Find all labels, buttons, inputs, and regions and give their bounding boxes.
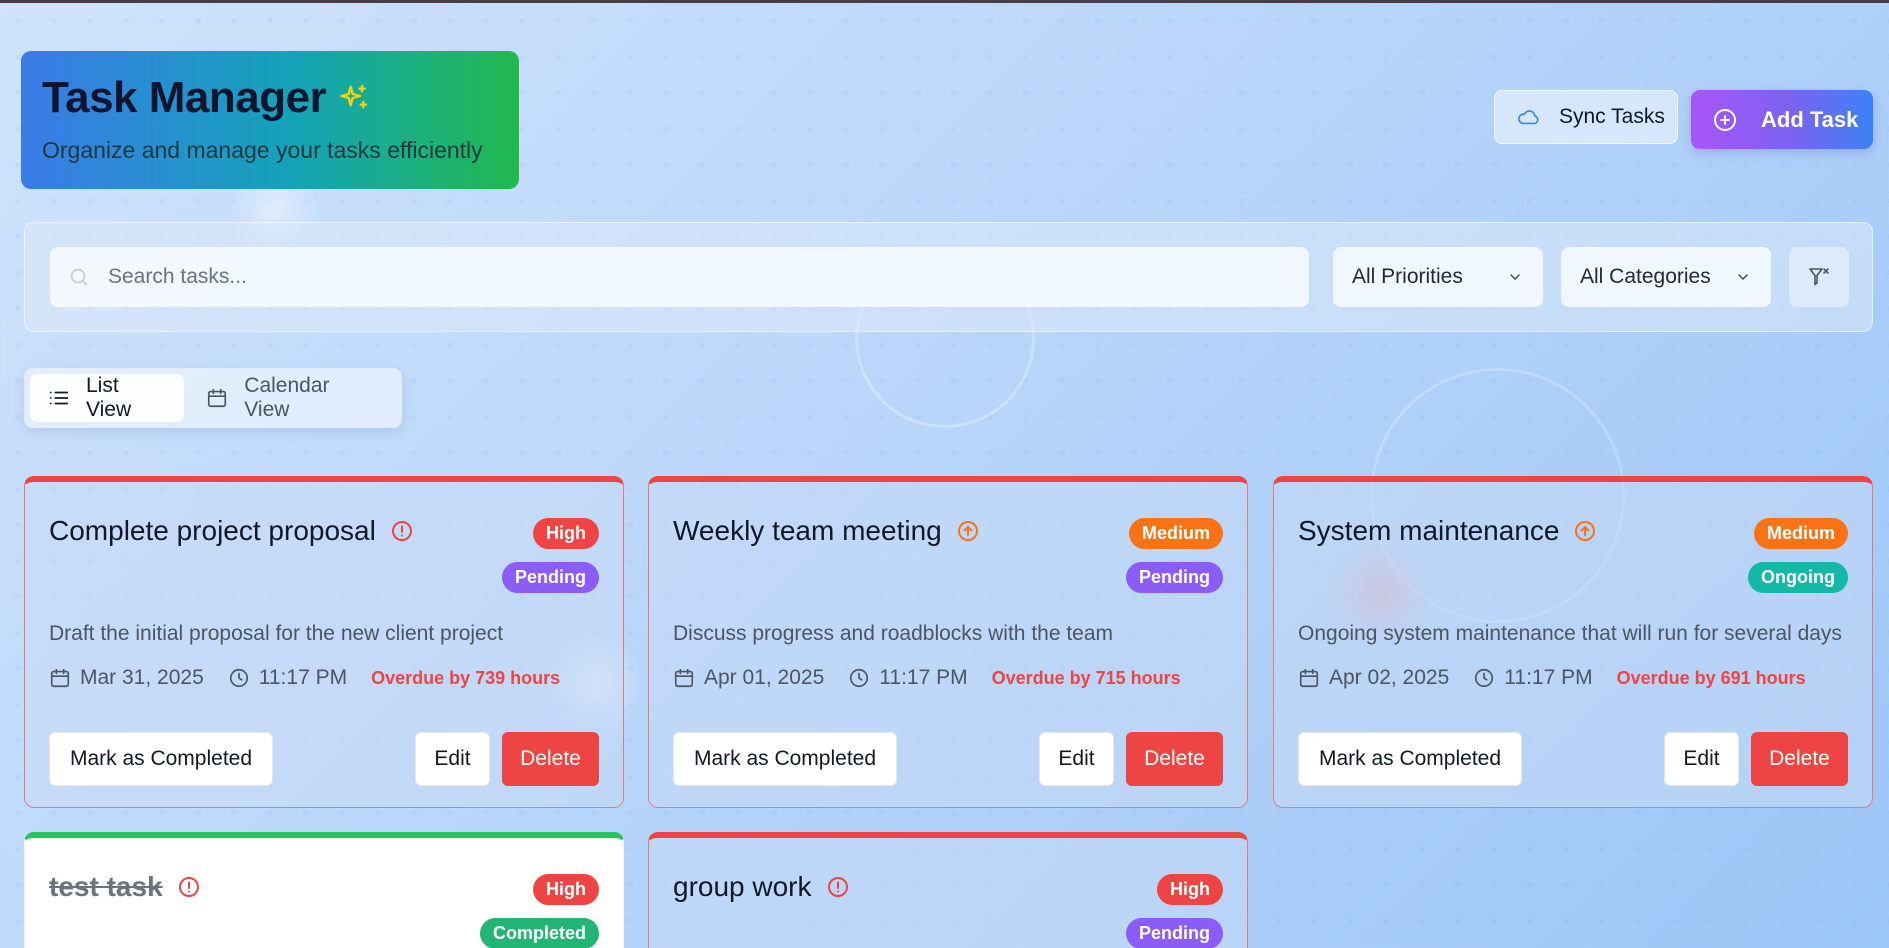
task-meta: Apr 02, 2025 11:17 PM Overdue by 691 hou… [1298,666,1806,690]
filter-bar: All Priorities All Categories [24,222,1873,332]
search-box [50,247,1309,307]
task-date: Mar 31, 2025 [80,666,204,689]
task-card: Complete project proposal High Pending D… [24,476,624,808]
task-description: Draft the initial proposal for the new c… [49,622,504,645]
task-actions: Mark as Completed Edit Delete [1298,732,1848,786]
chevron-down-icon [1507,269,1523,285]
delete-button[interactable]: Delete [1751,732,1848,786]
task-time: 11:17 PM [879,666,968,689]
sync-tasks-button[interactable]: Sync Tasks [1494,90,1678,144]
priority-badge: High [533,874,599,905]
task-title: Weekly team meeting [673,515,942,546]
overdue-label: Overdue by 739 hours [371,667,561,688]
task-badges: High Pending [502,518,599,593]
edit-button[interactable]: Edit [1664,732,1739,786]
calendar-icon [49,667,71,689]
overdue-label: Overdue by 715 hours [991,667,1181,688]
task-badges: High Completed [479,874,599,948]
task-title: test task [49,871,163,902]
task-meta: Mar 31, 2025 11:17 PM Overdue by 739 hou… [49,666,560,690]
task-time: 11:17 PM [258,666,348,689]
task-title-row: group work [673,871,850,903]
calendar-view-tab[interactable]: Calendar View [188,374,396,422]
status-badge: Pending [502,562,599,593]
add-task-button[interactable]: Add Task [1691,90,1873,149]
status-badge: Completed [479,918,599,948]
mark-completed-button[interactable]: Mark as Completed [673,732,897,786]
task-actions: Mark as Completed Edit Delete [49,732,599,786]
list-icon [48,387,70,409]
edit-button[interactable]: Edit [415,732,490,786]
task-title: System maintenance [1298,515,1560,546]
priority-badge: High [533,518,599,549]
page-title: Task Manager [42,73,327,122]
task-title: Complete project proposal [49,515,376,546]
category-select-value: All Categories [1580,265,1711,288]
page-subtitle: Organize and manage your tasks efficient… [42,137,483,163]
task-date: Apr 01, 2025 [704,666,825,689]
header-card: Task Manager Organize and manage your ta… [21,51,519,189]
task-card: Weekly team meeting Medium Pending Discu… [648,476,1248,808]
plus-circle-icon [1713,108,1737,132]
task-description: Discuss progress and roadblocks with the… [673,622,1114,645]
task-title-row: test task [49,871,201,903]
status-badge: Ongoing [1748,562,1848,593]
priority-badge: High [1157,874,1223,905]
task-badges: Medium Pending [1126,518,1223,593]
task-title-row: Complete project proposal [49,515,414,547]
alert-circle-icon [177,875,201,899]
priority-select-value: All Priorities [1352,265,1463,288]
task-badges: Medium Ongoing [1748,518,1848,593]
category-select[interactable]: All Categories [1561,247,1771,307]
list-view-tab[interactable]: List View [30,374,185,422]
task-time: 11:17 PM [1504,666,1593,689]
clock-icon [848,667,870,689]
priority-badge: Medium [1753,518,1848,549]
edit-button[interactable]: Edit [1039,732,1114,786]
mark-completed-button[interactable]: Mark as Completed [1298,732,1522,786]
delete-button[interactable]: Delete [502,732,599,786]
clock-icon [1473,667,1495,689]
sparkles-icon [338,82,370,114]
list-view-label: List View [86,374,132,421]
arrow-up-circle-icon [1573,519,1597,543]
calendar-view-label: Calendar View [244,374,330,421]
task-card: group work High Pending [648,832,1248,948]
task-title: group work [673,871,812,902]
task-title-row: Weekly team meeting [673,515,980,547]
chevron-down-icon [1735,269,1751,285]
search-icon [68,266,90,288]
task-badges: High Pending [1126,874,1223,948]
alert-circle-icon [390,519,414,543]
filter-x-icon [1807,265,1831,289]
overdue-label: Overdue by 691 hours [1616,667,1806,688]
task-actions: Mark as Completed Edit Delete [673,732,1223,786]
add-task-label: Add Task [1761,106,1859,132]
task-card: System maintenance Medium Ongoing Ongoin… [1273,476,1873,808]
status-badge: Pending [1126,918,1223,948]
calendar-icon [673,667,695,689]
calendar-icon [1298,667,1320,689]
task-date: Apr 02, 2025 [1329,666,1450,689]
priority-badge: Medium [1128,518,1223,549]
priority-select[interactable]: All Priorities [1333,247,1543,307]
task-card: test task High Completed [24,832,624,948]
search-input[interactable] [108,265,1258,289]
view-toggle: List View Calendar View [24,368,402,428]
arrow-up-circle-icon [956,519,980,543]
clear-filters-button[interactable] [1789,247,1849,307]
alert-circle-icon [826,875,850,899]
delete-button[interactable]: Delete [1126,732,1223,786]
status-badge: Pending [1126,562,1223,593]
sync-tasks-label: Sync Tasks [1559,105,1665,128]
clock-icon [228,667,250,689]
task-description: Ongoing system maintenance that will run… [1298,622,1842,645]
mark-completed-button[interactable]: Mark as Completed [49,732,273,786]
task-meta: Apr 01, 2025 11:17 PM Overdue by 715 hou… [673,666,1181,690]
calendar-icon [206,387,228,409]
task-title-row: System maintenance [1298,515,1597,547]
cloud-icon [1515,106,1541,128]
